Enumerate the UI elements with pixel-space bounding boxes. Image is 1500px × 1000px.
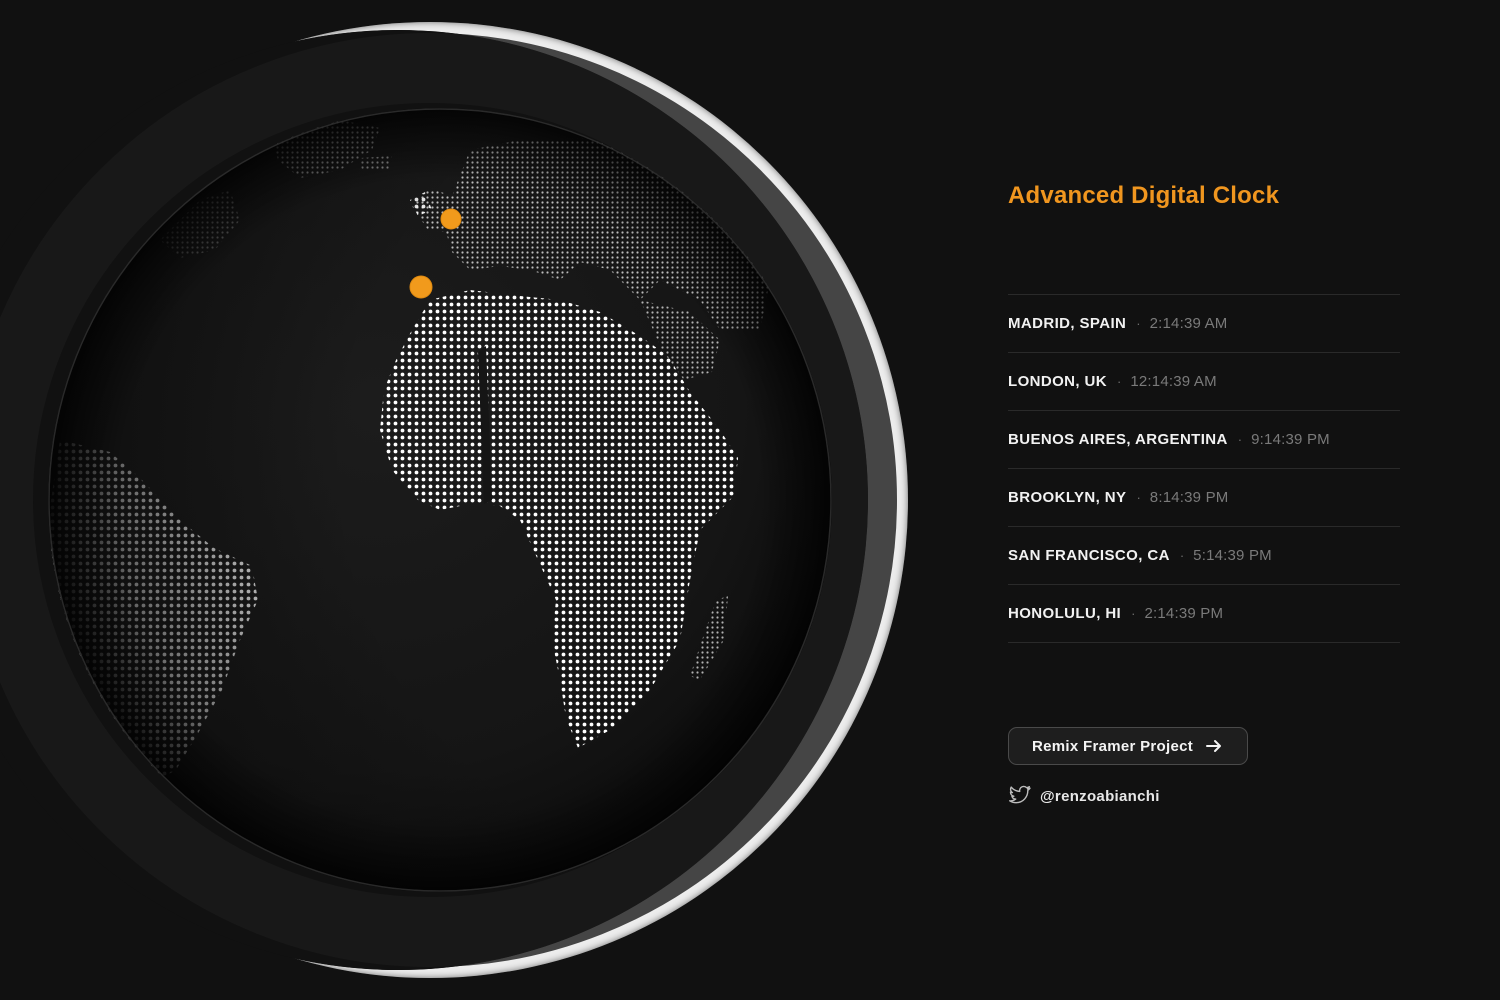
separator-dot: · — [1136, 490, 1141, 505]
continents — [48, 108, 832, 892]
list-item-madrid: MADRID, SPAIN · 2:14:39 AM — [1008, 295, 1400, 353]
city-name: HONOLULU, HI — [1008, 605, 1122, 622]
page-title: Advanced Digital Clock — [1008, 182, 1280, 209]
arrow-right-icon — [1205, 737, 1223, 755]
city-list: MADRID, SPAIN · 2:14:39 AM LONDON, UK · … — [1008, 294, 1400, 643]
city-time: 5:14:39 PM — [1193, 547, 1272, 564]
city-time: 12:14:39 AM — [1130, 373, 1217, 390]
city-time: 9:14:39 PM — [1251, 431, 1330, 448]
list-item-honolulu: HONOLULU, HI · 2:14:39 PM — [1008, 585, 1400, 643]
separator-dot: · — [1237, 432, 1243, 447]
remix-button-label: Remix Framer Project — [1032, 737, 1194, 755]
twitter-link[interactable]: @renzoabianchi — [1008, 785, 1160, 807]
city-name: SAN FRANCISCO, CA — [1008, 547, 1170, 564]
clock-panel: Advanced Digital Clock MADRID, SPAIN · 2… — [1008, 178, 1400, 805]
madrid-marker — [409, 275, 433, 299]
city-time: 8:14:39 PM — [1149, 489, 1229, 506]
twitter-handle: @renzoabianchi — [1040, 787, 1160, 805]
remix-framer-project-button[interactable]: Remix Framer Project — [1008, 727, 1249, 765]
city-name: MADRID, SPAIN — [1008, 315, 1127, 332]
separator-dot: · — [1136, 316, 1141, 331]
city-name: BROOKLYN, NY — [1008, 489, 1127, 506]
list-item-brooklyn: BROOKLYN, NY · 8:14:39 PM — [1008, 469, 1400, 527]
globe-svg — [0, 22, 908, 978]
city-time: 2:14:39 PM — [1144, 605, 1224, 622]
city-time: 2:14:39 AM — [1149, 315, 1228, 332]
separator-dot: · — [1179, 548, 1185, 563]
list-item-san-francisco: SAN FRANCISCO, CA · 5:14:39 PM — [1008, 527, 1400, 585]
twitter-icon — [1008, 785, 1032, 807]
city-name: LONDON, UK — [1008, 373, 1107, 390]
london-marker — [440, 208, 462, 230]
globe-illustration — [0, 0, 960, 1000]
list-item-london: LONDON, UK · 12:14:39 AM — [1008, 353, 1400, 411]
separator-dot: · — [1117, 374, 1122, 389]
list-item-buenos-aires: BUENOS AIRES, ARGENTINA · 9:14:39 PM — [1008, 411, 1400, 469]
separator-dot: · — [1131, 606, 1136, 621]
city-name: BUENOS AIRES, ARGENTINA — [1008, 431, 1228, 448]
